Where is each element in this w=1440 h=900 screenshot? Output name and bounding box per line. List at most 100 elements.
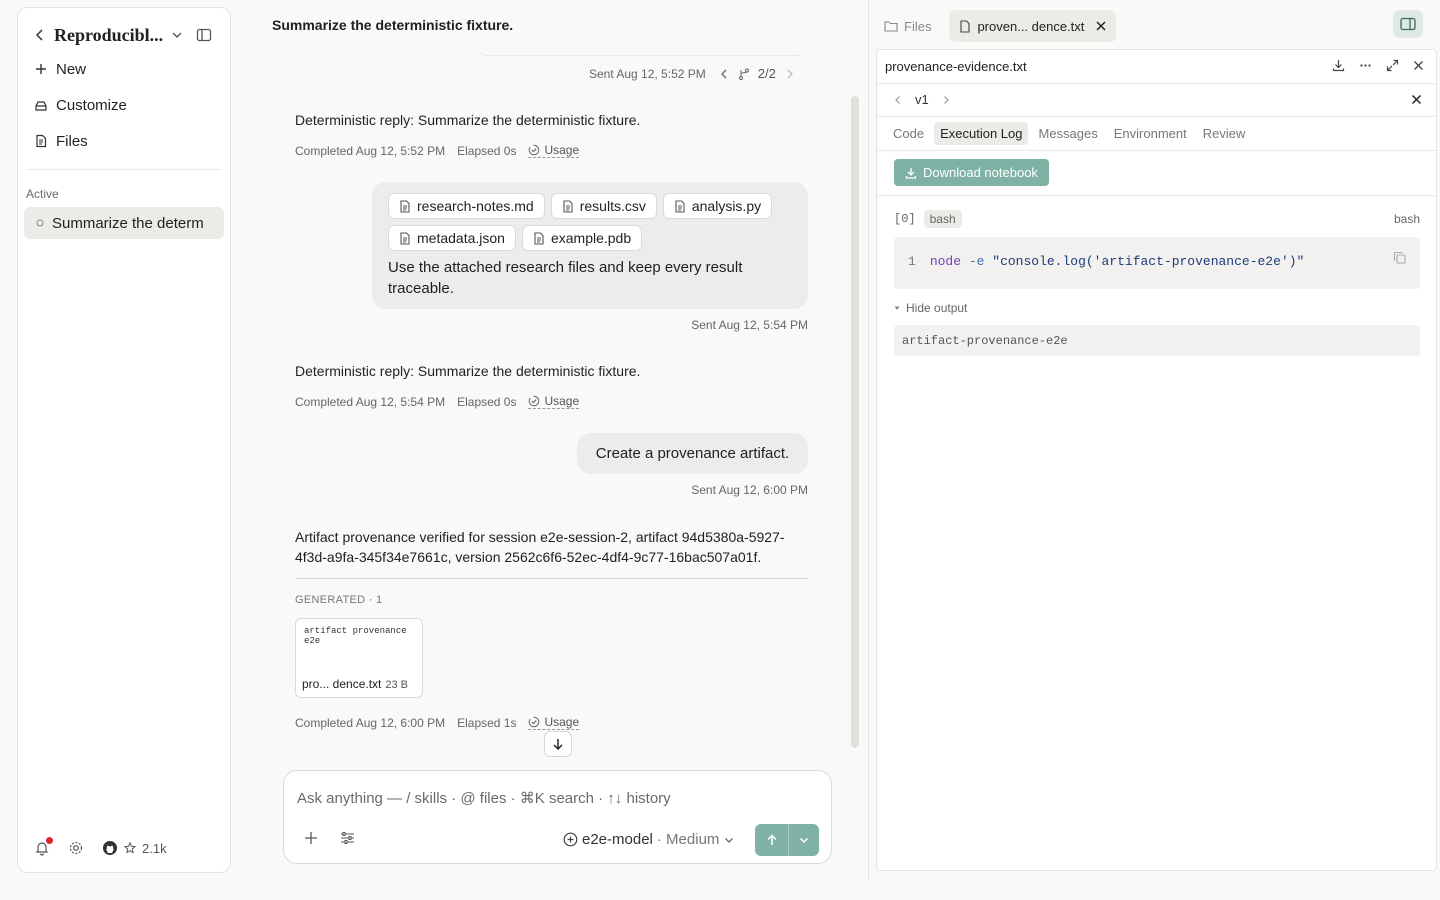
elapsed-time: Elapsed 0s [457,143,517,158]
user-message-text: Use the attached research files and keep… [388,259,743,297]
tab-files[interactable]: Files [876,19,939,34]
files-label: Files [56,132,88,150]
elapsed-time: Elapsed 0s [457,394,517,409]
completed-time: Completed Aug 12, 5:52 PM [295,143,446,158]
model-selector[interactable]: e2e-model · Medium [563,831,735,848]
usage-icon [528,395,540,407]
attachment-chip[interactable]: example.pdb [521,225,643,251]
cell-kernel: bash [1393,212,1420,226]
code-argument: "console.log('artifact-provenance-e2e')" [992,254,1305,269]
tab-files-label: Files [904,18,932,34]
output-cell: artifact-provenance-e2e [894,325,1420,356]
chevron-right-icon[interactable] [941,95,951,105]
user-message-bubble: research-notes.md results.csv analysis.p… [372,182,808,309]
chevron-down-icon[interactable] [170,28,184,42]
more-icon[interactable] [1359,59,1372,72]
close-icon[interactable] [1096,21,1106,31]
tab-messages[interactable]: Messages [1032,122,1103,145]
project-header[interactable]: Reproducibl... [32,22,184,48]
file-viewer: provenance-evidence.txt v1 Code Executio… [876,49,1437,871]
chevron-left-icon[interactable] [32,27,48,43]
model-icon [563,832,578,847]
attachment-chip[interactable]: analysis.py [662,193,773,219]
assistant-meta-1: Completed Aug 12, 5:52 PM Elapsed 0s Usa… [295,143,580,158]
close-icon[interactable] [1411,94,1422,105]
attachment-chip[interactable]: metadata.json [388,225,516,251]
expand-icon[interactable] [1386,59,1399,72]
output-text: artifact-provenance-e2e [902,334,1068,348]
line-number: 1 [908,254,916,269]
attachment-chip[interactable]: research-notes.md [388,193,545,219]
sidebar-footer: 2.1k [34,837,167,856]
send-icon [766,834,778,846]
scroll-to-bottom-button[interactable] [544,731,572,757]
tab-provenance-file[interactable]: proven... dence.txt [949,10,1117,42]
usage-label: Usage [544,143,580,157]
generated-file-card[interactable]: artifact provenance e2e pro... dence.txt… [295,618,423,698]
viewer-file-title: provenance-evidence.txt [885,59,1027,74]
sliders-icon[interactable] [340,831,355,845]
usage-button[interactable]: Usage [528,394,580,409]
completed-time: Completed Aug 12, 6:00 PM [295,715,446,730]
copy-icon[interactable] [1393,251,1406,264]
plus-icon[interactable] [304,831,318,845]
tab-environment[interactable]: Environment [1108,122,1193,145]
status-dot-icon [36,219,44,227]
prev-bubble-edge [480,50,804,56]
code-flag: -e [968,254,985,269]
active-section-label: Active [26,187,59,201]
chevron-right-icon[interactable] [784,68,796,80]
assistant-message-1: Deterministic reply: Summarize the deter… [295,112,641,128]
close-icon[interactable] [1413,60,1424,71]
project-title[interactable]: Reproducibl... [54,25,164,46]
github-stars: 2.1k [142,840,167,856]
panel-divider[interactable] [868,0,869,880]
chevron-left-icon[interactable] [718,68,730,80]
elapsed-time: Elapsed 1s [457,715,517,730]
github-icon [102,840,118,856]
notification-dot [46,837,53,844]
version-row: v1 [877,83,1436,117]
message-divider [295,578,808,579]
cell-header: [0] bash bash [894,210,1420,228]
attachment-chip[interactable]: results.csv [550,193,657,219]
download-label: Download notebook [923,165,1038,180]
send-options-button[interactable] [788,824,819,856]
assistant-message-2: Deterministic reply: Summarize the deter… [295,363,641,379]
tab-execution-log[interactable]: Execution Log [934,122,1029,145]
hide-output-toggle[interactable]: Hide output [894,301,967,315]
chat-input[interactable]: Ask anything — / skills · @ files · ⌘K s… [297,789,671,807]
generated-file-name: pro... dence.txt 23 B [302,677,408,691]
file-icon [34,134,48,148]
bell-icon[interactable] [34,837,53,856]
customize-button[interactable]: Customize [34,93,127,117]
send-button[interactable] [755,824,788,856]
chat-scrollbar[interactable] [851,96,859,748]
chevron-left-icon[interactable] [893,95,903,105]
sidebar-toggle-icon[interactable] [196,27,212,43]
file-icon [400,199,410,213]
download-icon[interactable] [1332,59,1345,72]
tab-code[interactable]: Code [887,122,930,145]
new-button[interactable]: New [34,57,86,81]
attachment-name: analysis.py [691,198,762,214]
download-notebook-button[interactable]: Download notebook [894,159,1049,186]
code-command: node [929,254,962,269]
tab-review[interactable]: Review [1197,122,1252,145]
panel-toggle-button[interactable] [1393,10,1423,38]
chat-title: Summarize the deterministic fixture. [272,17,514,33]
files-button[interactable]: Files [34,129,88,153]
file-name: pro... dence.txt [302,677,382,691]
usage-label: Usage [544,715,580,729]
github-link[interactable]: 2.1k [102,840,167,856]
effort-level: · Medium [656,831,720,848]
attachment-name: example.pdb [550,230,632,246]
panel-icon [1400,17,1416,31]
session-item[interactable]: Summarize the determ [24,207,224,239]
user-sent-time: Sent Aug 12, 5:54 PM [691,318,808,332]
generated-label: GENERATED · 1 [295,594,383,606]
usage-icon [528,144,540,156]
gear-icon[interactable] [68,840,84,856]
usage-button[interactable]: Usage [528,715,580,730]
usage-button[interactable]: Usage [528,143,580,158]
